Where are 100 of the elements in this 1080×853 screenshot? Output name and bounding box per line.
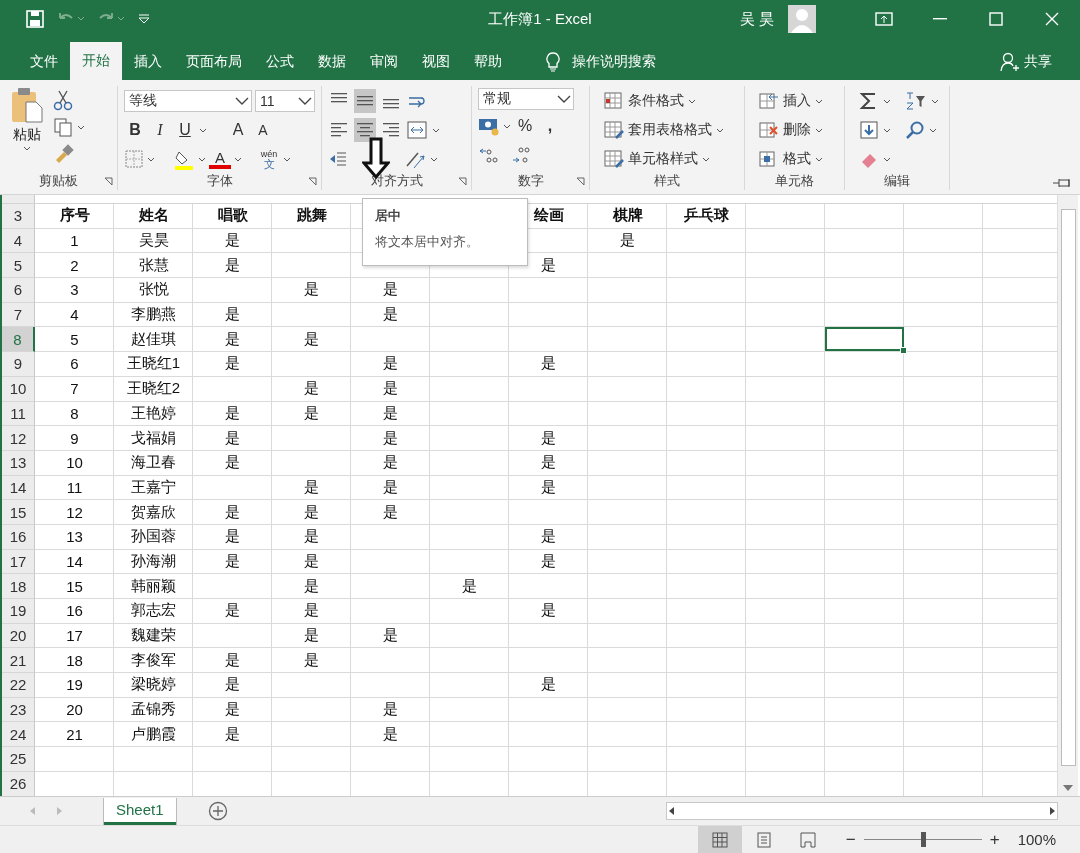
zoom-level: 100% — [1017, 831, 1056, 848]
zoom-slider-thumb[interactable] — [920, 832, 926, 847]
row-header[interactable]: 21 — [2, 648, 35, 674]
share-button[interactable]: 共享 — [994, 44, 1058, 80]
tell-me-field[interactable]: 操作说明搜索 — [572, 53, 656, 71]
row-header[interactable]: 17 — [2, 549, 35, 575]
dialog-launcher-icon[interactable] — [458, 177, 467, 186]
search-icon[interactable] — [905, 120, 925, 140]
ribbon-tab[interactable]: 数据 — [306, 44, 358, 80]
fill-down-icon[interactable] — [859, 120, 879, 140]
row-header[interactable]: 10 — [2, 376, 35, 402]
table-cell-text: 是 — [303, 402, 320, 423]
row-header[interactable]: 11 — [2, 401, 35, 427]
normal-view-button[interactable] — [697, 826, 742, 853]
currency-icon[interactable] — [478, 116, 500, 136]
dropdown-icon[interactable] — [298, 97, 312, 105]
dialog-launcher-icon[interactable] — [104, 177, 113, 186]
font-name-field[interactable]: 等线 — [124, 90, 252, 112]
decrease-indent-icon[interactable] — [328, 149, 348, 169]
cells-menu-button[interactable]: 插入 — [757, 88, 825, 114]
ribbon-tab[interactable]: 插入 — [122, 44, 174, 80]
ribbon-tab[interactable]: 开始 — [70, 42, 122, 80]
paste-button[interactable]: 粘贴 — [6, 86, 48, 172]
cells-menu-button[interactable]: 格式 — [757, 146, 825, 172]
row-header[interactable]: 26 — [2, 771, 35, 796]
row-header[interactable]: 19 — [2, 599, 35, 624]
row-header[interactable]: 7 — [2, 302, 35, 328]
scrollbar-thumb[interactable] — [1061, 209, 1076, 766]
sheet-tab[interactable]: Sheet1 — [104, 797, 176, 825]
number-format-field[interactable]: 常规 — [478, 88, 574, 110]
zoom-in-button[interactable]: + — [985, 829, 1004, 850]
row-header[interactable]: 23 — [2, 697, 35, 723]
dialog-launcher-icon[interactable] — [308, 177, 317, 186]
bold-button[interactable]: B — [124, 118, 146, 142]
row-header[interactable]: 15 — [2, 500, 35, 525]
table-cell-text: 是 — [540, 452, 557, 473]
scroll-down-icon[interactable] — [1062, 784, 1074, 792]
styles-menu-button[interactable]: 套用表格格式 — [602, 117, 726, 143]
ribbon-tab[interactable]: 视图 — [410, 44, 462, 80]
row-header[interactable]: 24 — [2, 722, 35, 748]
row-header[interactable]: 16 — [2, 524, 35, 550]
lightbulb-icon[interactable] — [546, 52, 560, 72]
ribbon-tab[interactable]: 帮助 — [462, 44, 514, 80]
align-center-icon[interactable] — [354, 118, 376, 142]
pin-icon[interactable] — [1052, 178, 1072, 188]
row-header[interactable]: 14 — [2, 475, 35, 501]
row-header[interactable]: 12 — [2, 426, 35, 451]
middle-align-icon[interactable] — [354, 89, 376, 113]
styles-menu-button[interactable]: 条件格式 — [602, 88, 726, 114]
row-header[interactable]: 8 — [2, 327, 35, 353]
copy-icon[interactable] — [52, 116, 74, 138]
table-cell-text: 13 — [65, 527, 84, 548]
dialog-launcher-icon[interactable] — [576, 177, 585, 186]
phonetic-button[interactable]: wén 文 — [258, 147, 280, 171]
group-label: 剪贴板 — [39, 172, 78, 190]
row-header[interactable]: 5 — [2, 253, 35, 279]
row-header[interactable]: 4 — [2, 228, 35, 254]
active-cell[interactable] — [825, 327, 904, 352]
styles-menu-button[interactable]: 单元格样式 — [602, 146, 726, 172]
ribbon-tab[interactable]: 页面布局 — [174, 44, 254, 80]
table-cell-text: 7 — [69, 379, 80, 400]
caret-icon — [883, 127, 891, 133]
decrease-decimal-icon[interactable] — [510, 145, 532, 165]
percent-button[interactable]: % — [514, 114, 536, 138]
row-header[interactable]: 13 — [2, 450, 35, 476]
ribbon-tab[interactable]: 审阅 — [358, 44, 410, 80]
row-header[interactable]: 20 — [2, 623, 35, 649]
grow-font-button[interactable]: A — [227, 118, 249, 142]
row-header[interactable]: 9 — [2, 352, 35, 377]
comma-button[interactable]: , — [539, 114, 561, 138]
cells-menu-button[interactable]: 删除 — [757, 117, 825, 143]
horizontal-scrollbar[interactable] — [666, 802, 1058, 820]
zoom-out-button[interactable]: − — [841, 829, 860, 850]
row-header[interactable]: 22 — [2, 673, 35, 698]
row-header[interactable]: 6 — [2, 278, 35, 303]
table-cell-text: 是 — [540, 254, 557, 275]
sort-filter-icon[interactable] — [905, 91, 927, 111]
add-sheet-icon[interactable] — [207, 801, 228, 821]
dropdown-icon[interactable] — [557, 95, 571, 103]
shrink-font-button[interactable]: A — [252, 118, 274, 142]
table-cell-text: 卢鹏霞 — [130, 723, 177, 744]
italic-button[interactable]: I — [149, 118, 171, 142]
page-icon — [755, 831, 772, 848]
row-header[interactable]: 18 — [2, 574, 35, 599]
font-color-button[interactable]: A — [209, 149, 231, 169]
font-size-field[interactable]: 11 — [255, 90, 315, 112]
table-cell-text: 14 — [65, 551, 84, 572]
dropdown-icon[interactable] — [235, 97, 249, 105]
save-icon[interactable] — [26, 10, 44, 28]
minimize-icon — [933, 18, 947, 20]
customize-toolbar-icon[interactable] — [138, 14, 150, 24]
ribbon-tab[interactable]: 文件 — [18, 44, 70, 80]
row-header[interactable]: 25 — [2, 747, 35, 772]
underline-button[interactable]: U — [174, 118, 196, 142]
merge-center-icon[interactable] — [406, 120, 428, 140]
row-header[interactable]: 3 — [2, 204, 35, 229]
cut-icon[interactable] — [52, 88, 74, 112]
column-heading: 棋牌 — [611, 205, 644, 226]
table-cell-text: 是 — [540, 476, 557, 497]
ribbon-tab[interactable]: 公式 — [254, 44, 306, 80]
